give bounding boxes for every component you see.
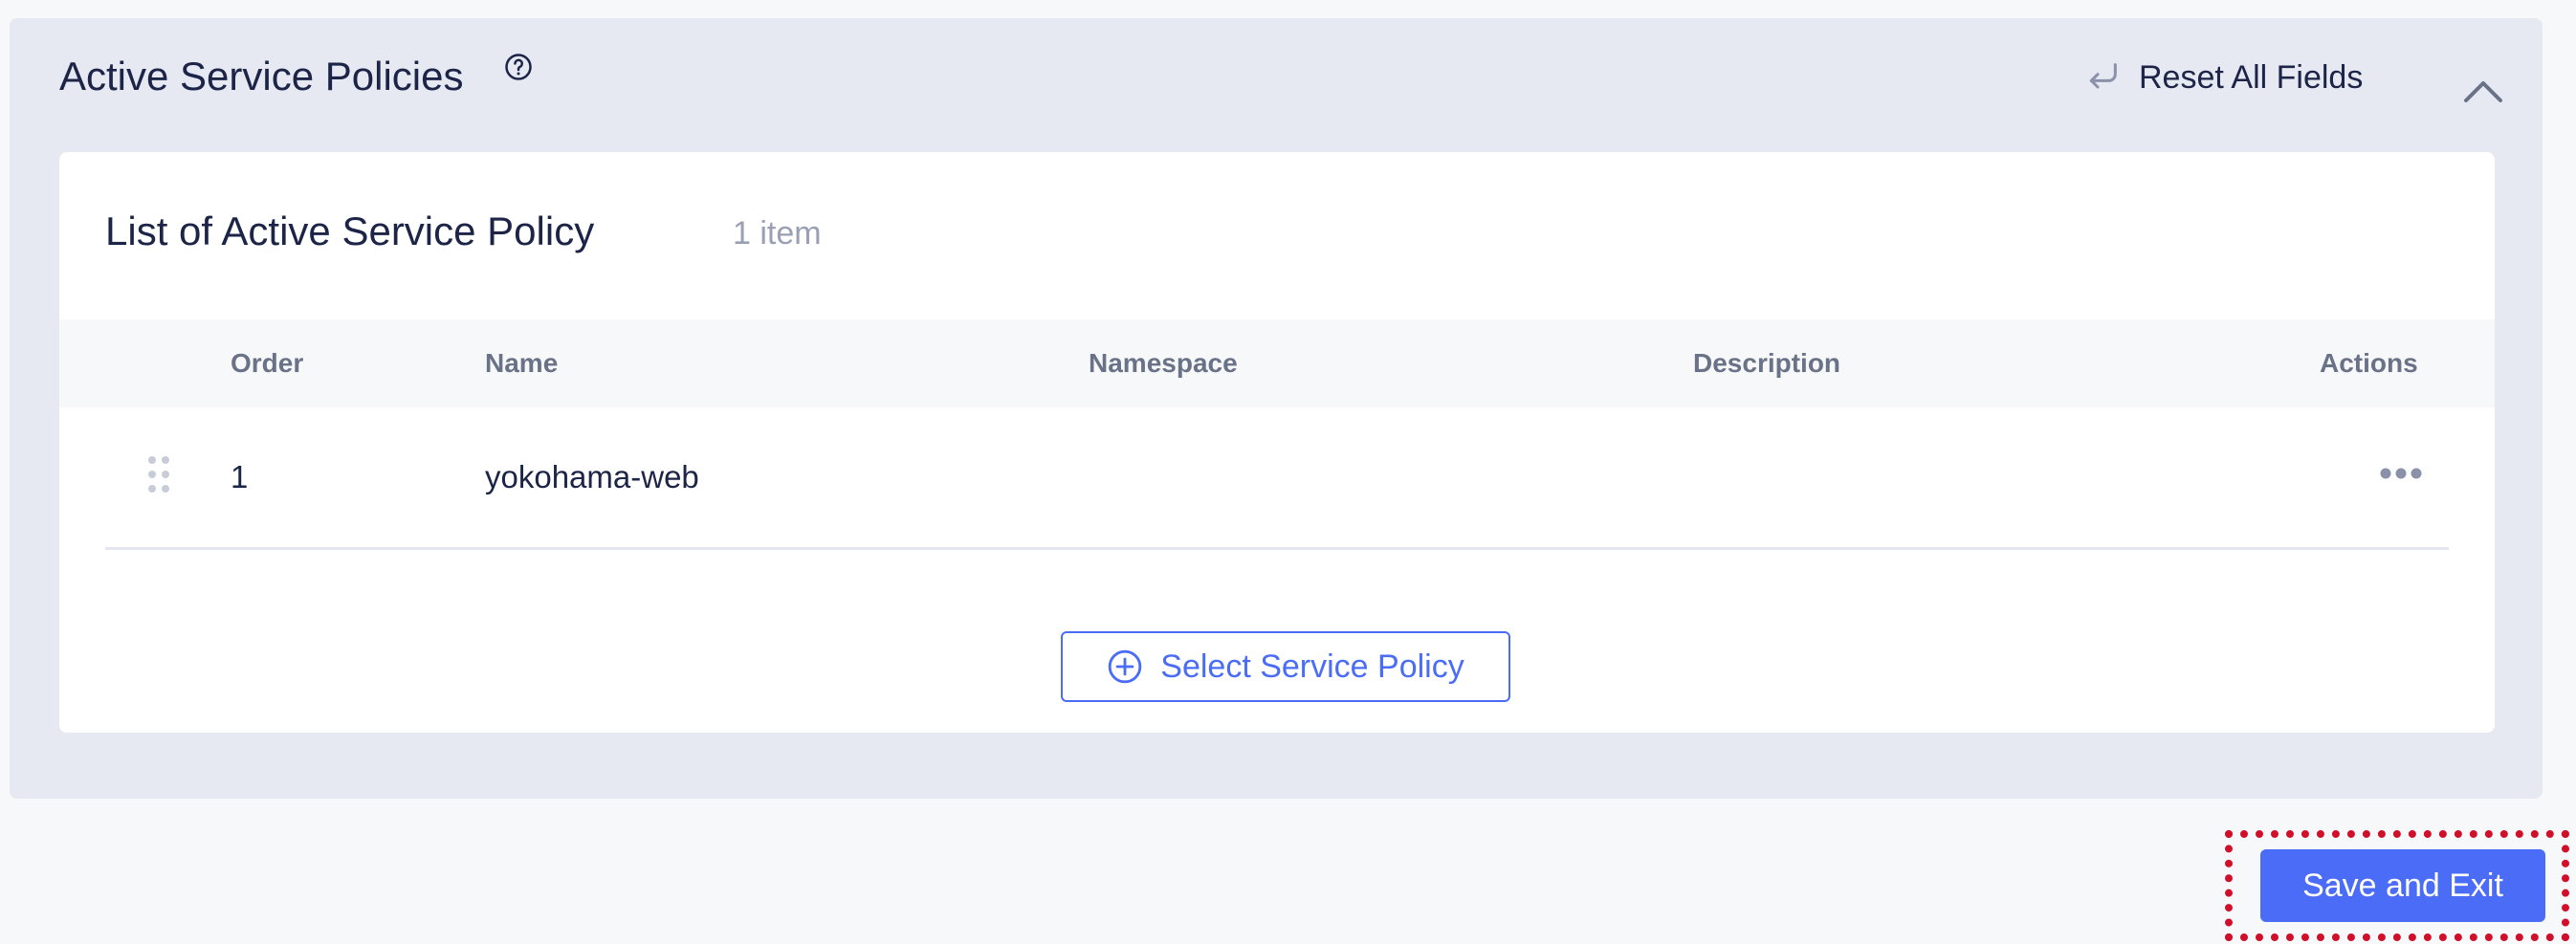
column-header-actions: Actions [2320, 348, 2418, 378]
save-and-exit-button[interactable]: Save and Exit [2260, 849, 2545, 922]
table-header: Order Name Namespace Description Actions [59, 319, 2495, 407]
column-header-description: Description [1693, 348, 1841, 378]
undo-arrow-icon [2089, 63, 2117, 89]
active-service-policies-section: Active Service Policies Reset All Fields… [10, 18, 2543, 799]
select-service-policy-button[interactable]: Select Service Policy [1061, 631, 1510, 702]
row-order: 1 [231, 459, 249, 494]
more-horizontal-icon[interactable] [2379, 467, 2423, 480]
reset-all-fields-button[interactable]: Reset All Fields [2083, 58, 2363, 97]
column-header-name: Name [485, 348, 559, 378]
list-title: List of Active Service Policy [105, 209, 595, 253]
table-row: 1 yokohama-web [59, 407, 2495, 547]
item-count: 1 item [733, 215, 822, 252]
service-policy-list-card: List of Active Service Policy 1 item Ord… [59, 152, 2495, 733]
row-name: yokohama-web [485, 459, 699, 494]
row-divider [105, 547, 2449, 550]
plus-circle-icon [1109, 649, 1142, 684]
chevron-up-icon[interactable] [2462, 77, 2504, 104]
help-icon[interactable] [504, 53, 533, 81]
select-service-policy-label: Select Service Policy [1160, 648, 1464, 685]
column-header-namespace: Namespace [1089, 348, 1238, 378]
reset-all-fields-label: Reset All Fields [2139, 58, 2364, 96]
drag-handle-icon[interactable] [146, 455, 171, 494]
column-header-order: Order [231, 348, 304, 378]
section-title: Active Service Policies [59, 54, 464, 99]
